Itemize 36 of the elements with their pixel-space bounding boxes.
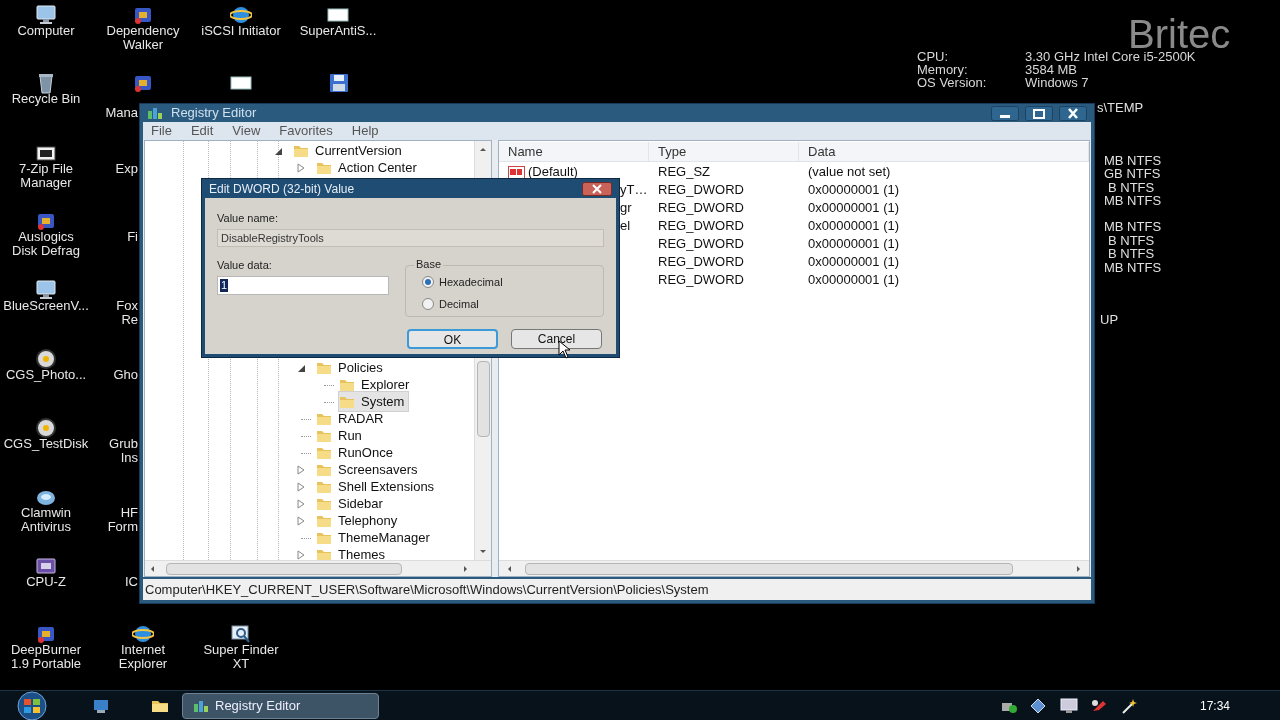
desktop-text: s\TEMP: [1097, 101, 1144, 115]
info-label: Memory:: [917, 63, 968, 76]
value-type: REG_DWORD: [657, 271, 745, 290]
value-type: REG_DWORD: [657, 235, 745, 254]
info-label: CPU:: [917, 50, 949, 63]
group-label: Base: [414, 258, 444, 271]
value-type: REG_DWORD: [657, 253, 745, 272]
desktop-text: MB NTFS: [1104, 154, 1162, 168]
dialog-title: Edit DWORD (32-bit) Value: [209, 180, 355, 198]
value-type: REG_DWORD: [657, 199, 745, 218]
value-type: REG_SZ: [657, 163, 711, 182]
info-label: OS Version:: [917, 76, 987, 89]
info-value: Windows 7: [1025, 76, 1089, 89]
desktop-text: MB NTFS: [1104, 194, 1162, 208]
desktop-text: B NTFS: [1108, 247, 1155, 261]
desktop-text: GB NTFS: [1104, 167, 1161, 181]
desktop-text: UP: [1100, 313, 1119, 327]
value-name-field: DisableRegistryTools: [217, 229, 604, 247]
value-data: 0x00000001 (1): [807, 181, 901, 200]
desktop-text: B NTFS: [1108, 181, 1155, 195]
info-value: 3584 MB: [1025, 63, 1078, 76]
field-label: Value name:: [217, 212, 279, 225]
value-data: 0x00000001 (1): [807, 199, 901, 218]
desktop-text: MB NTFS: [1104, 220, 1162, 234]
desktop-text: MB NTFS: [1104, 261, 1162, 275]
status-bar: Computer\HKEY_CURRENT_USER\Software\Microsoft\Windows\CurrentVersion\Policies\System: [143, 579, 1091, 600]
desktop-text: B NTFS: [1108, 234, 1155, 248]
value-data: (value not set): [807, 163, 892, 182]
value-data: 0x00000001 (1): [807, 271, 901, 290]
value-type: REG_DWORD: [657, 217, 745, 236]
field-label: Value data:: [217, 259, 273, 272]
value-type: REG_DWORD: [657, 181, 745, 200]
window-title: Registry Editor: [171, 104, 257, 123]
value-data: 0x00000001 (1): [807, 217, 901, 236]
value-data: 0x00000001 (1): [807, 235, 901, 254]
value-data: 0x00000001 (1): [807, 253, 901, 272]
